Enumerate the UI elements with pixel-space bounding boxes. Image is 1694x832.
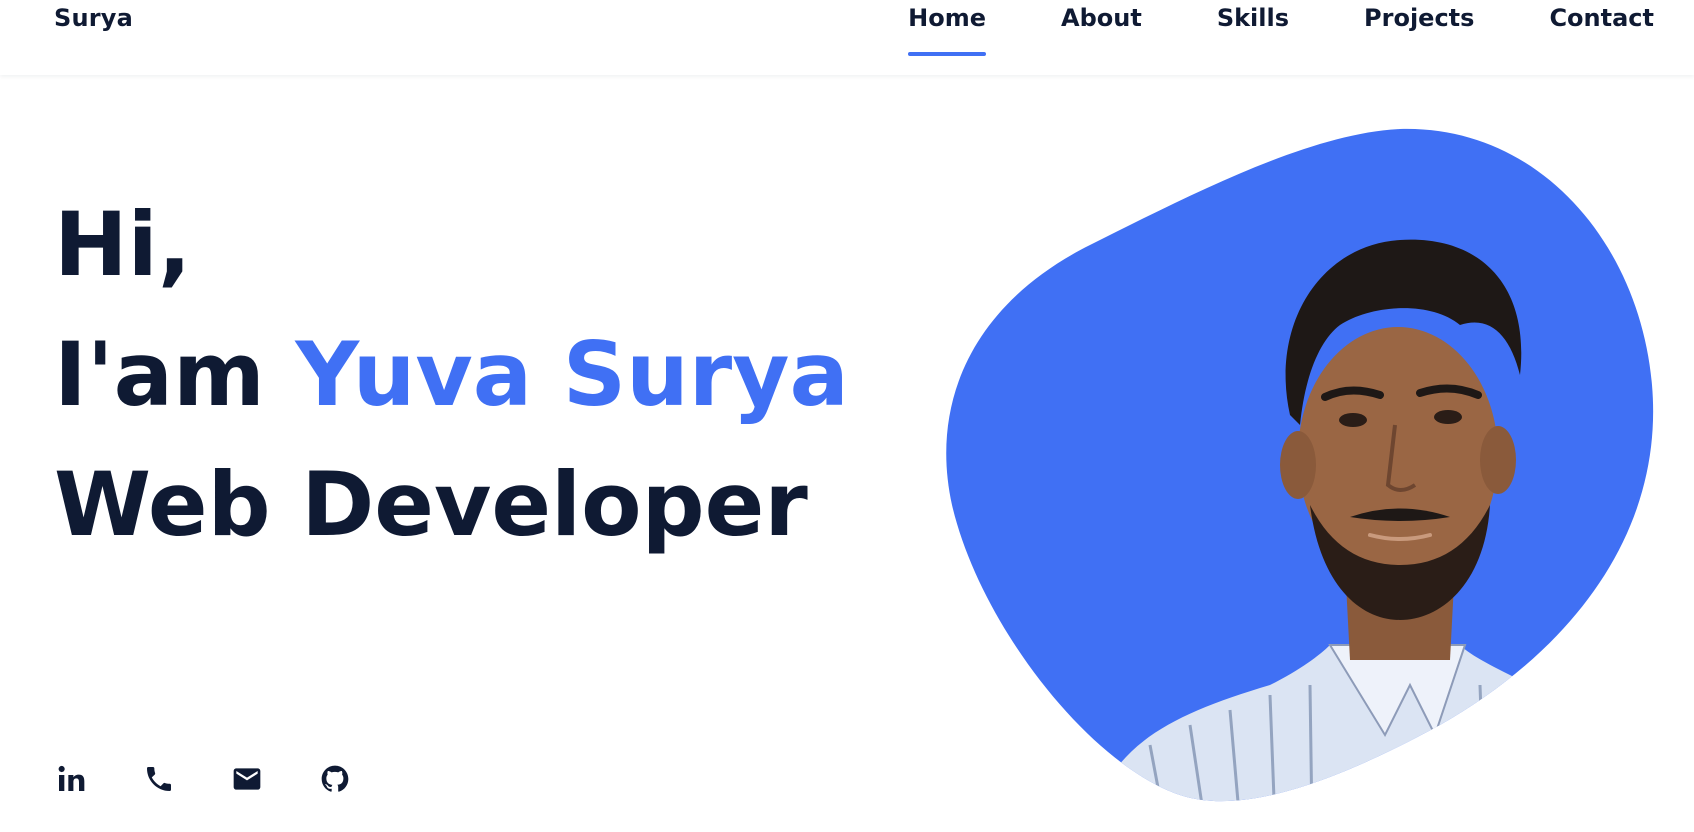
linkedin-link[interactable] xyxy=(54,762,88,796)
navbar: Surya Home About Skills Projects Contact xyxy=(0,0,1694,75)
hero-intro-line: I'am Yuva Surya xyxy=(54,310,849,440)
hero-title: Hi, I'am Yuva Surya Web Developer xyxy=(54,180,849,570)
site-logo[interactable]: Surya xyxy=(54,4,133,32)
nav-item-skills[interactable]: Skills xyxy=(1217,4,1289,56)
nav-item-projects[interactable]: Projects xyxy=(1364,4,1474,56)
profile-photo xyxy=(946,128,1654,802)
hero-greeting: Hi, xyxy=(54,193,192,296)
nav-item-about[interactable]: About xyxy=(1061,4,1142,56)
hero-name: Yuva Surya xyxy=(295,323,849,426)
linkedin-icon xyxy=(58,765,85,791)
github-icon xyxy=(321,765,349,792)
mail-link[interactable] xyxy=(230,762,264,796)
hero-intro: I'am xyxy=(54,323,265,426)
phone-link[interactable] xyxy=(142,762,176,796)
profile-blob xyxy=(940,125,1660,825)
nav-item-home[interactable]: Home xyxy=(908,4,986,56)
mail-icon xyxy=(233,768,261,790)
phone-icon xyxy=(147,767,171,791)
nav-item-contact[interactable]: Contact xyxy=(1549,4,1654,56)
hero-role: Web Developer xyxy=(54,453,808,556)
nav-menu: Home About Skills Projects Contact xyxy=(833,4,1654,56)
github-link[interactable] xyxy=(318,762,352,796)
social-links xyxy=(54,762,352,796)
